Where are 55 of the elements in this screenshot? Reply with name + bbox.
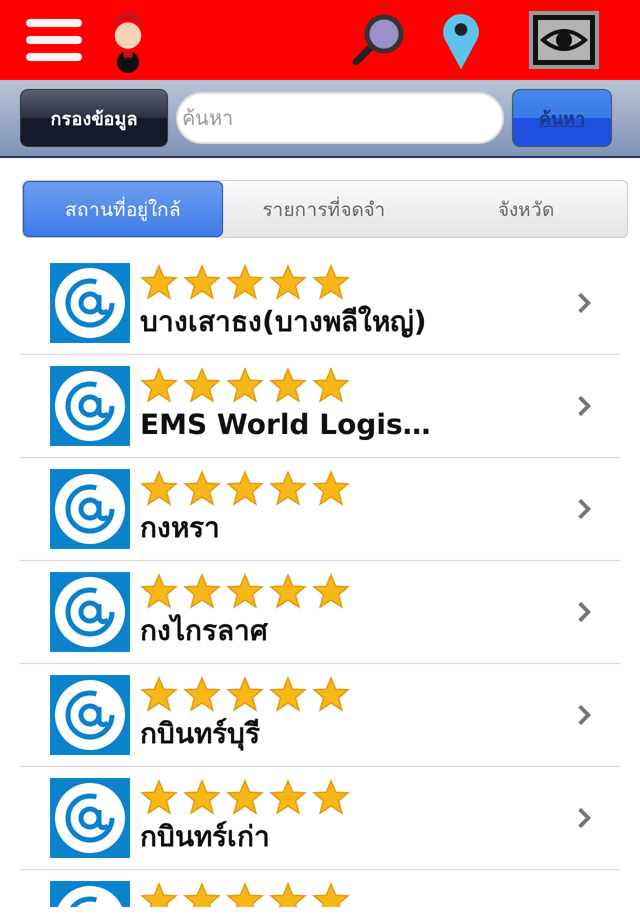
place-name: กงไกรลาศ — [140, 613, 269, 649]
chevron-icon[interactable] — [576, 291, 592, 315]
chevron-icon[interactable] — [576, 806, 592, 830]
place-name: กบินทร์เก่า — [140, 819, 271, 855]
chevron-icon[interactable] — [576, 497, 592, 521]
star-icon — [226, 470, 264, 506]
star-icon — [312, 676, 350, 712]
place-name: กบินทร์บุรี — [140, 716, 261, 753]
star-icon — [269, 367, 307, 403]
star-icon — [183, 573, 221, 609]
chevron-icon[interactable] — [576, 394, 592, 418]
at-sign-icon — [50, 469, 130, 549]
star-icon — [183, 264, 221, 300]
star-icon — [269, 779, 307, 815]
star-icon — [312, 779, 350, 815]
star-icon — [140, 676, 178, 712]
search-field[interactable]: ค้นหา — [176, 92, 504, 144]
star-icon — [140, 264, 178, 300]
filter-button[interactable]: กรองข้อมูล — [20, 89, 168, 147]
place-name: EMS World Logis… — [140, 407, 432, 443]
at-sign-icon — [50, 675, 130, 755]
tab[interactable]: สถานที่อยู่ใกล้ — [23, 181, 223, 237]
star-icon — [226, 676, 264, 712]
star-icon — [312, 573, 350, 609]
star-icon — [140, 367, 178, 403]
star-icon — [226, 573, 264, 609]
star-icon — [226, 367, 264, 403]
star-icon — [226, 264, 264, 300]
tab[interactable]: รายการที่จดจำ — [223, 181, 425, 237]
star-icon — [269, 264, 307, 300]
at-sign-icon — [50, 366, 130, 446]
star-icon — [183, 676, 221, 712]
place-name: กงหรา — [140, 510, 221, 546]
eye-icon[interactable] — [528, 10, 600, 70]
chevron-icon[interactable] — [576, 703, 592, 727]
star-icon — [183, 779, 221, 815]
star-icon — [312, 367, 350, 403]
at-sign-icon — [50, 778, 130, 858]
star-icon — [269, 470, 307, 506]
star-icon — [140, 779, 178, 815]
at-sign-icon — [50, 572, 130, 652]
star-icon — [226, 779, 264, 815]
star-icon — [269, 676, 307, 712]
place-name: บางเสาธง(บางพลีใหญ่) — [140, 304, 428, 340]
tab[interactable]: จังหวัด — [425, 181, 627, 237]
star-icon — [140, 573, 178, 609]
menu-icon[interactable] — [24, 17, 84, 63]
star-icon — [269, 573, 307, 609]
at-sign-icon — [50, 263, 130, 343]
star-icon — [312, 470, 350, 506]
star-icon — [183, 470, 221, 506]
star-icon — [312, 264, 350, 300]
chevron-icon[interactable] — [576, 600, 592, 624]
star-icon — [183, 367, 221, 403]
star-icon — [140, 470, 178, 506]
